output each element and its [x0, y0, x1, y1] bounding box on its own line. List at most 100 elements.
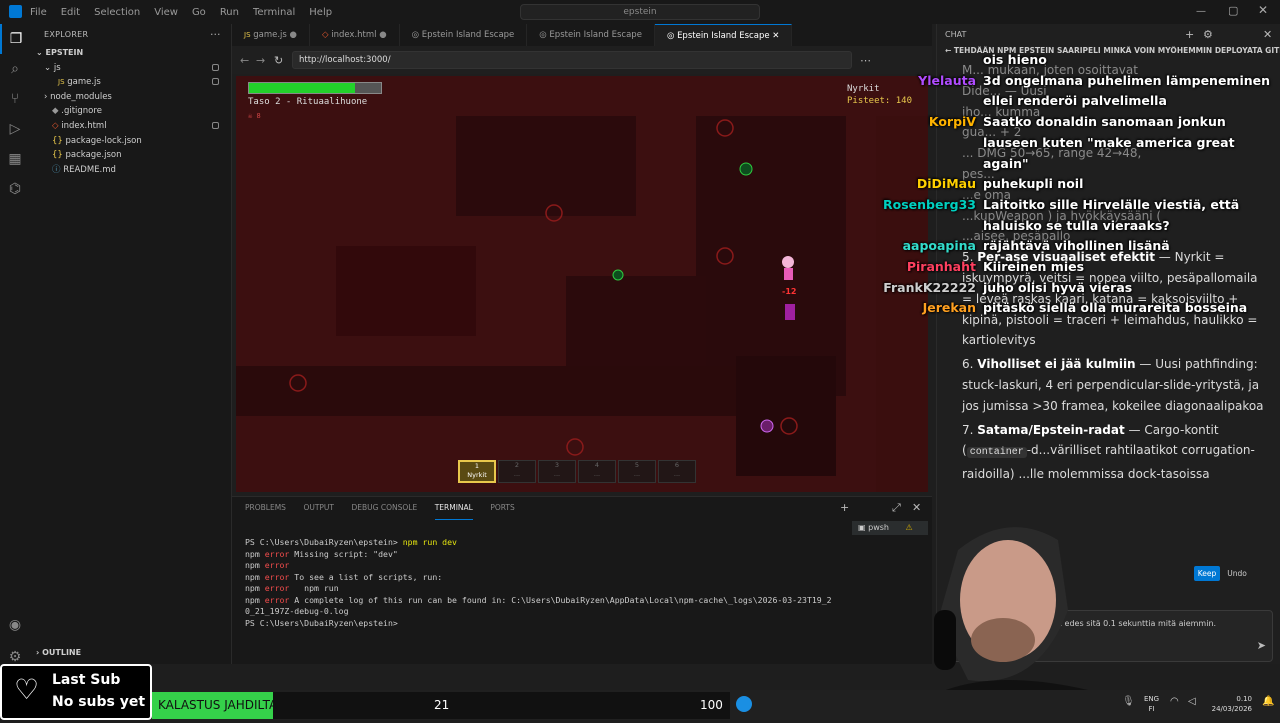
back-icon[interactable]: ←: [240, 54, 249, 67]
back-arrow-icon[interactable]: ←: [945, 46, 951, 55]
menu-view[interactable]: View: [154, 7, 178, 18]
tree-item-readme[interactable]: ⓘ README.md: [30, 163, 231, 178]
forward-icon[interactable]: →: [256, 54, 265, 67]
extensions-icon[interactable]: ▦: [0, 144, 30, 174]
explorer-icon[interactable]: ❐: [0, 24, 30, 54]
run-debug-icon[interactable]: ▷: [0, 114, 30, 144]
tab-browser-2[interactable]: ◎ Epstein Island Escape: [527, 24, 655, 46]
last-sub-value: No subs yet: [52, 694, 146, 710]
terminal-line: PS C:\Users\DubaiRyzen\epstein> npm run …: [232, 537, 842, 549]
account-icon[interactable]: ◉: [0, 610, 30, 640]
terminal-line: PS C:\Users\DubaiRyzen\epstein>: [232, 618, 842, 630]
search-icon[interactable]: ⌕: [0, 54, 30, 84]
hotbar-slot-3[interactable]: 3...: [538, 460, 576, 483]
close-chat-icon[interactable]: ✕: [1263, 28, 1272, 41]
tab-label: Epstein Island Escape: [421, 30, 515, 40]
language-indicator[interactable]: ENG FI: [1144, 694, 1159, 714]
panel-tabs: PROBLEMS OUTPUT DEBUG CONSOLE TERMINAL P…: [232, 497, 932, 520]
tree-item-node-modules[interactable]: › node_modules: [30, 90, 231, 105]
outline-section[interactable]: › OUTLINE: [30, 646, 81, 661]
fishing-goal-max: 100: [700, 698, 723, 712]
tree-item-package-json[interactable]: {} package.json: [30, 148, 231, 163]
chat-header: CHAT: [945, 30, 967, 39]
tab-browser-1[interactable]: ◎ Epstein Island Escape: [400, 24, 528, 46]
tree-item-gitignore[interactable]: ◆ .gitignore: [30, 104, 231, 119]
edge-icon[interactable]: [736, 696, 752, 712]
tree-item-index-html[interactable]: ◇ index.html: [30, 119, 231, 134]
list-item-7: 7. Satama/Epstein-radat — Cargo-kontit (…: [962, 422, 1255, 482]
browser-actions-icon[interactable]: ⋯: [860, 54, 871, 67]
more-actions-icon[interactable]: ···: [210, 28, 221, 41]
menu-file[interactable]: File: [30, 7, 47, 18]
terminal-prefix: npm: [245, 583, 265, 593]
new-chat-icon[interactable]: +: [1185, 28, 1194, 41]
terminal-prefix: npm: [245, 560, 265, 570]
terminal-command: npm run dev: [402, 537, 457, 547]
menu-edit[interactable]: Edit: [61, 7, 80, 18]
tab-game-js[interactable]: JS game.js ●: [232, 24, 310, 46]
ai-line: pes...: [962, 166, 995, 181]
terminal-error-keyword: error: [264, 560, 290, 570]
command-center-search[interactable]: epstein: [520, 4, 760, 20]
tab-debug-console[interactable]: DEBUG CONSOLE: [352, 497, 418, 519]
menu-go[interactable]: Go: [192, 7, 206, 18]
undo-button[interactable]: Undo: [1225, 566, 1249, 581]
python-icon[interactable]: ⌬: [0, 174, 30, 204]
game-canvas[interactable]: Taso 2 - Rituaalihuone ☠ 8 Nyrkit Pistee…: [236, 76, 928, 492]
keep-button[interactable]: Keep: [1194, 566, 1220, 581]
tab-ports[interactable]: PORTS: [490, 497, 514, 519]
tab-terminal[interactable]: TERMINAL: [434, 497, 473, 520]
tab-problems[interactable]: PROBLEMS: [245, 497, 286, 519]
terminal-text: 0_21_197Z-debug-0.log: [245, 606, 349, 616]
clock[interactable]: 0.10 24/03/2026: [1206, 694, 1252, 714]
tree-label: node_modules: [50, 91, 112, 102]
slot-label: ...: [633, 470, 641, 478]
item-title: Satama/Epstein-radat: [977, 422, 1125, 437]
terminal-prefix: npm: [245, 548, 265, 559]
slot-number: 3: [554, 461, 560, 469]
tree-item-game-js[interactable]: JS game.js: [30, 75, 231, 90]
wifi-icon[interactable]: ◠: [1170, 696, 1179, 707]
close-icon[interactable]: ✕: [1258, 3, 1268, 17]
skull-icon: ☠: [248, 112, 253, 120]
ai-line: iho... kumma: [962, 104, 1041, 119]
volume-icon[interactable]: ◁: [1188, 696, 1196, 707]
tree-item-package-lock[interactable]: {} package-lock.json: [30, 134, 231, 149]
tab-browser-3[interactable]: ◎ Epstein Island Escape ✕: [654, 24, 793, 46]
terminal-line: npm error npm run: [232, 583, 842, 595]
terminal-text: A complete log of this run can be found …: [289, 594, 832, 605]
send-icon[interactable]: ➤: [1257, 639, 1266, 652]
git-file-icon: ◆: [52, 106, 59, 117]
menu-terminal[interactable]: Terminal: [253, 7, 295, 18]
fishing-goal-label: KALASTUS JAHDILTA: [158, 698, 278, 712]
tree-item-js[interactable]: ⌄ js: [30, 61, 231, 76]
chat-settings-icon[interactable]: ⚙: [1203, 28, 1213, 41]
tab-label: Epstein Island Escape: [549, 30, 642, 40]
close-tab-icon[interactable]: ✕: [772, 31, 779, 41]
menu-help[interactable]: Help: [309, 7, 332, 18]
json-file-icon: {}: [52, 135, 63, 146]
menu-bar: File Edit Selection View Go Run Terminal…: [30, 7, 332, 18]
notification-bell-icon[interactable]: 🔔: [1262, 696, 1274, 707]
hotbar-slot-4[interactable]: 4...: [578, 460, 616, 483]
last-sub-title: Last Sub: [52, 672, 121, 688]
last-sub-widget: ♡ Last Sub No subs yet: [0, 664, 152, 720]
reload-icon[interactable]: ↻: [274, 54, 283, 67]
menu-run[interactable]: Run: [220, 7, 239, 18]
url-input[interactable]: http://localhost:3000/: [292, 51, 852, 69]
minimize-icon[interactable]: —: [1196, 6, 1206, 17]
menu-selection[interactable]: Selection: [94, 7, 140, 18]
globe-icon: ◎: [666, 31, 675, 41]
project-root[interactable]: ⌄ EPSTEIN: [30, 46, 231, 61]
source-control-icon[interactable]: ⑂: [0, 84, 30, 114]
mic-icon: 🎙: [1122, 696, 1135, 707]
tab-index-html[interactable]: ◇ index.html ●: [310, 24, 400, 46]
hotbar-slot-5[interactable]: 5...: [618, 460, 656, 483]
item-title: Per-ase visuaaliset efektit: [977, 250, 1155, 265]
hotbar-slot-1[interactable]: 1 Nyrkit: [458, 460, 496, 483]
maximize-icon[interactable]: ▢: [1228, 4, 1238, 17]
tab-output[interactable]: OUTPUT: [303, 497, 334, 519]
hotbar-slot-2[interactable]: 2...: [498, 460, 536, 483]
hotbar-slot-6[interactable]: 6...: [658, 460, 696, 483]
terminal-output[interactable]: PS C:\Users\DubaiRyzen\epstein> npm run …: [232, 537, 842, 629]
